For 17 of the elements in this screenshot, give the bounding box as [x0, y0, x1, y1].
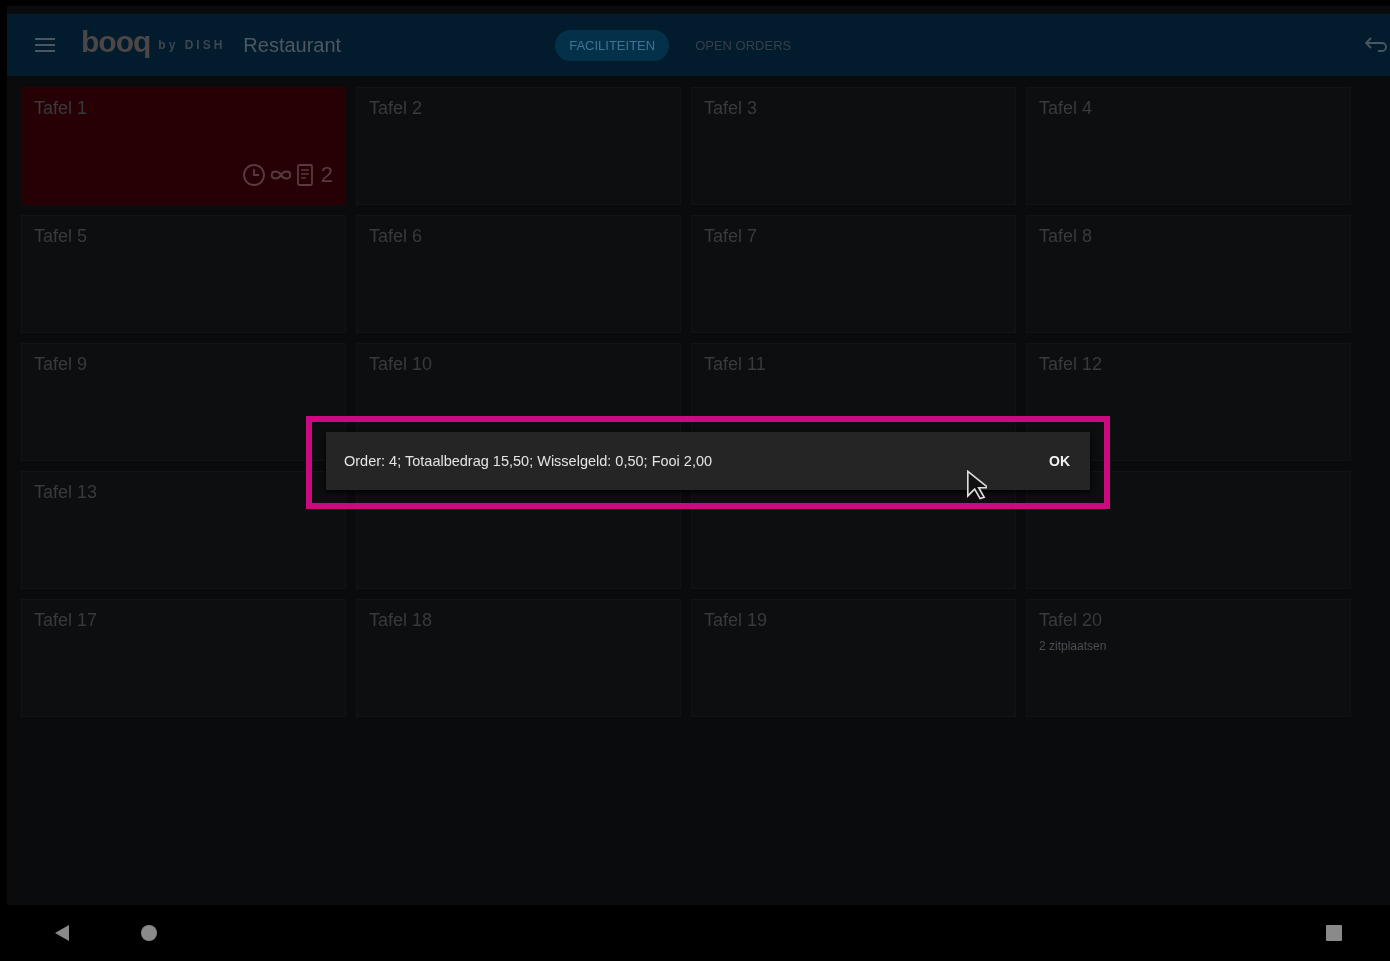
- logo: booq: [81, 25, 151, 59]
- table-tile[interactable]: Tafel 1 2: [21, 87, 346, 205]
- tab[interactable]: FACILITEITEN: [555, 29, 670, 61]
- infinity-icon: [268, 168, 293, 182]
- logo-suffix: by DISH: [158, 38, 226, 52]
- receipt-icon: [295, 163, 314, 187]
- menu-icon[interactable]: [35, 38, 55, 52]
- back-arrow-icon[interactable]: [1364, 36, 1388, 54]
- page-title: Restaurant: [243, 33, 342, 57]
- back-triangle-icon[interactable]: [55, 925, 69, 941]
- seat-count: 2 zitplaatsen: [1039, 639, 1108, 653]
- table-name: Tafel 1: [34, 98, 89, 119]
- table-tile[interactable]: [1026, 471, 1351, 589]
- pointer-icon: [965, 470, 987, 500]
- home-circle-icon[interactable]: [141, 925, 157, 941]
- order-count: 2: [320, 162, 333, 188]
- clock-icon: [241, 163, 266, 187]
